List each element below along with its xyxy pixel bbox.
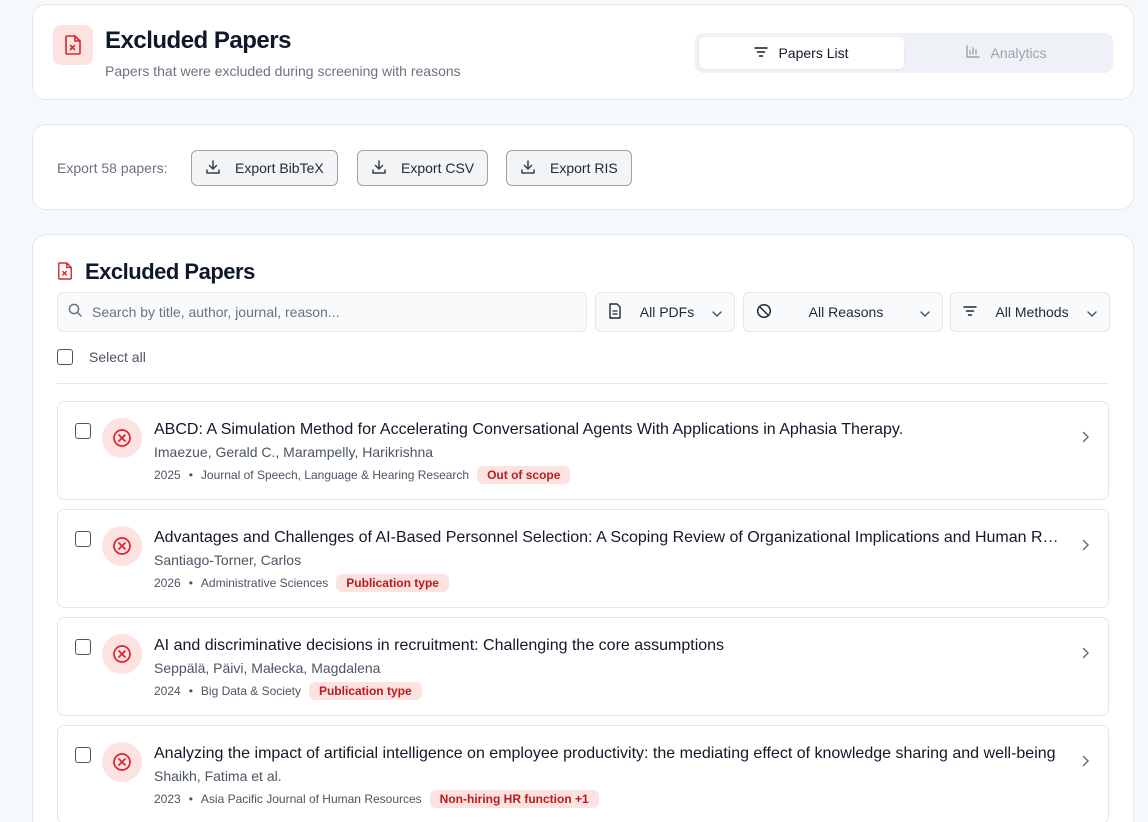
pdf-filter-dropdown[interactable]: All PDFs xyxy=(595,292,735,332)
paper-checkbox[interactable] xyxy=(75,423,91,439)
select-all-label: Select all xyxy=(89,349,146,365)
export-ris-button[interactable]: Export RIS xyxy=(506,150,632,186)
paper-journal: Asia Pacific Journal of Human Resources xyxy=(200,792,422,806)
paper-meta: 2024 • Big Data & Society Publication type xyxy=(154,682,422,700)
filter-lines-icon xyxy=(754,45,769,61)
paper-row[interactable]: AI and discriminative decisions in recru… xyxy=(57,617,1109,716)
chevron-right-icon xyxy=(1082,538,1090,556)
chevron-down-icon xyxy=(712,304,722,320)
section-title: Excluded Papers xyxy=(85,259,255,284)
dropdown-value: All Methods xyxy=(995,304,1069,320)
file-x-icon xyxy=(53,25,93,65)
chevron-right-icon xyxy=(1082,646,1090,664)
button-label: Export CSV xyxy=(401,160,475,176)
download-icon xyxy=(520,159,536,178)
search-input[interactable] xyxy=(92,304,572,320)
paper-row[interactable]: Analyzing the impact of artificial intel… xyxy=(57,725,1109,822)
x-circle-icon xyxy=(102,634,142,674)
paper-authors: Shaikh, Fatima et al. xyxy=(154,768,282,784)
separator-dot: • xyxy=(188,684,193,698)
export-csv-button[interactable]: Export CSV xyxy=(357,150,489,186)
tab-label: Papers List xyxy=(778,45,849,61)
paper-journal: Journal of Speech, Language & Hearing Re… xyxy=(200,468,470,482)
separator-dot: • xyxy=(188,792,193,806)
download-icon xyxy=(205,159,221,178)
search-icon xyxy=(68,303,82,322)
method-filter-dropdown[interactable]: All Methods xyxy=(950,292,1110,332)
file-x-icon xyxy=(57,261,73,286)
x-circle-icon xyxy=(102,742,142,782)
paper-checkbox[interactable] xyxy=(75,531,91,547)
dropdown-value: All PDFs xyxy=(639,304,695,320)
chevron-right-icon xyxy=(1082,754,1090,772)
bar-chart-icon xyxy=(966,45,981,61)
select-all-checkbox[interactable] xyxy=(57,349,73,365)
tab-papers-list[interactable]: Papers List xyxy=(699,37,904,69)
paper-meta: 2026 • Administrative Sciences Publication… xyxy=(154,574,449,592)
paper-title: Analyzing the impact of artificial intel… xyxy=(154,745,1056,762)
exclusion-reason-badge: Non-hiring HR function +1 xyxy=(429,790,599,808)
button-label: Export BibTeX xyxy=(235,160,324,176)
paper-year: 2023 xyxy=(154,792,181,806)
tab-label: Analytics xyxy=(990,45,1047,61)
divider xyxy=(57,383,1109,384)
separator-dot: • xyxy=(188,468,193,482)
paper-title: AI and discriminative decisions in recru… xyxy=(154,637,725,654)
paper-meta: 2025 • Journal of Speech, Language & Heari… xyxy=(154,466,571,484)
paper-year: 2025 xyxy=(154,468,181,482)
exclusion-reason-badge: Publication type xyxy=(308,682,422,700)
ban-icon xyxy=(756,303,772,322)
paper-authors: Seppälä, Päivi, Małecka, Magdalena xyxy=(154,660,381,676)
separator-dot: • xyxy=(188,576,193,590)
filter-lines-icon xyxy=(963,304,977,320)
paper-journal: Administrative Sciences xyxy=(200,576,329,590)
paper-authors: Santiago-Torner, Carlos xyxy=(154,552,302,568)
document-icon xyxy=(608,302,622,322)
paper-journal: Big Data & Society xyxy=(200,684,301,698)
paper-row[interactable]: Advantages and Challenges of AI-Based Pe… xyxy=(57,509,1109,608)
view-tabs: Papers List Analytics xyxy=(695,33,1113,73)
download-icon xyxy=(371,159,387,178)
x-circle-icon xyxy=(102,418,142,458)
select-all-row: Select all xyxy=(57,349,146,365)
page-header: Excluded Papers Papers that were exclude… xyxy=(32,4,1134,100)
reason-filter-dropdown[interactable]: All Reasons xyxy=(743,292,943,332)
paper-checkbox[interactable] xyxy=(75,639,91,655)
page-subtitle: Papers that were excluded during screeni… xyxy=(105,63,461,79)
excluded-papers-panel: Excluded Papers All PDFs All Reasons All… xyxy=(32,234,1134,822)
tab-analytics[interactable]: Analytics xyxy=(904,37,1109,69)
chevron-down-icon xyxy=(920,304,930,320)
paper-row[interactable]: ABCD: A Simulation Method for Accelerati… xyxy=(57,401,1109,500)
chevron-right-icon xyxy=(1082,430,1090,448)
page-title: Excluded Papers xyxy=(105,27,291,54)
export-toolbar: Export 58 papers: Export BibTeX Export C… xyxy=(32,124,1134,210)
paper-year: 2026 xyxy=(154,576,181,590)
exclusion-reason-badge: Publication type xyxy=(336,574,449,592)
x-circle-icon xyxy=(102,526,142,566)
button-label: Export RIS xyxy=(550,160,618,176)
paper-title: ABCD: A Simulation Method for Accelerati… xyxy=(154,421,904,438)
paper-meta: 2023 • Asia Pacific Journal of Human Resou… xyxy=(154,790,599,808)
export-count-label: Export 58 papers: xyxy=(57,160,168,176)
paper-checkbox[interactable] xyxy=(75,747,91,763)
paper-title: Advantages and Challenges of AI-Based Pe… xyxy=(154,529,1066,546)
chevron-down-icon xyxy=(1087,304,1097,320)
paper-year: 2024 xyxy=(154,684,181,698)
export-bibtex-button[interactable]: Export BibTeX xyxy=(191,150,338,186)
paper-authors: Imaezue, Gerald C., Marampelly, Harikris… xyxy=(154,444,434,460)
search-box xyxy=(57,292,587,332)
exclusion-reason-badge: Out of scope xyxy=(477,466,571,484)
dropdown-value: All Reasons xyxy=(808,304,884,320)
